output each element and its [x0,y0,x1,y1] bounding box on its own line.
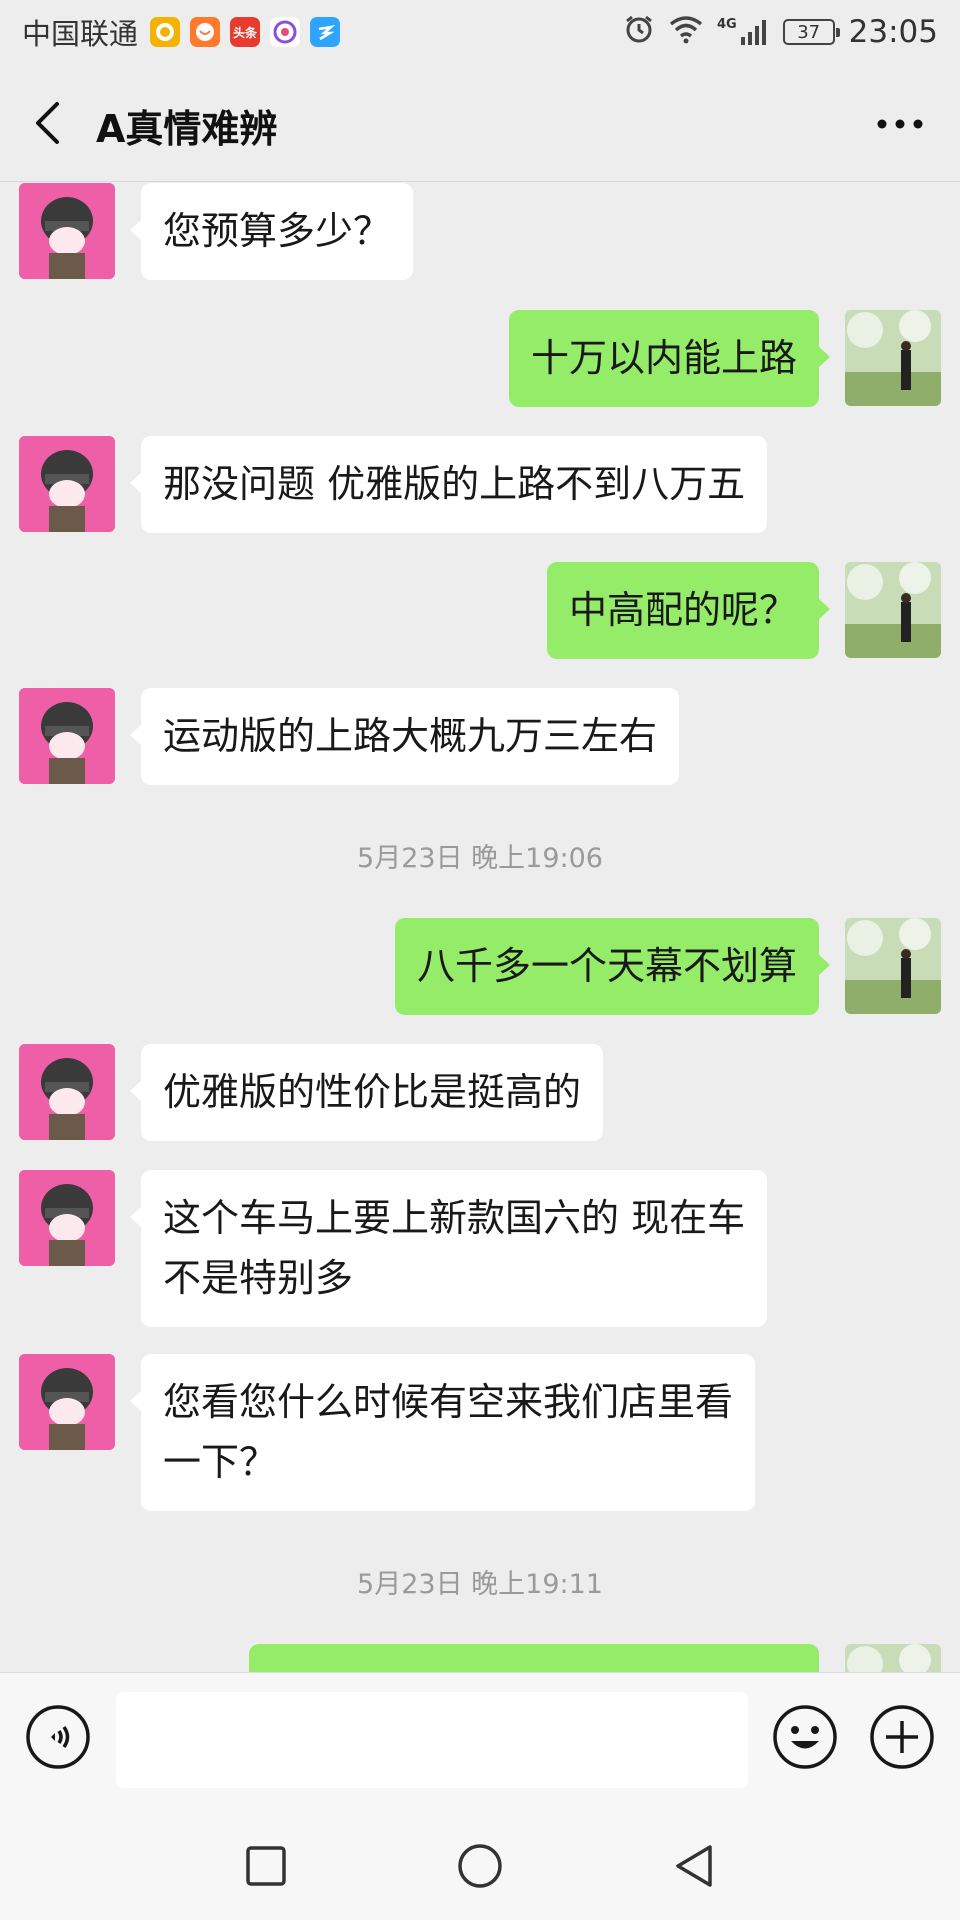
system-back-button[interactable] [662,1834,726,1898]
battery-level: 37 [797,21,821,43]
status-right: 4G 37 23:05 [623,13,938,52]
message-line: 您看您什么时候有空来我们店里看 [163,1380,734,1424]
toutiao-icon: 头条 [230,17,261,47]
message-line: 一下？ [163,1440,278,1484]
carrier-name: 中国联通 [22,17,139,51]
my-avatar[interactable] [845,1644,941,1672]
back-arrow-icon [36,102,59,144]
message-line: 不是特别多 [163,1256,354,1300]
more-options-button[interactable] [874,104,926,144]
contact-avatar[interactable] [19,436,115,532]
triangle-icon [676,1845,712,1887]
title-bar: A真情难辨 [0,64,960,182]
my-avatar[interactable] [845,310,941,406]
notification-app-icon [310,17,341,47]
message-sent[interactable]: 中高配的呢？ [546,562,831,659]
more-functions-button[interactable] [869,1704,935,1770]
plus-icon [870,1705,934,1769]
system-nav-bar [0,1812,960,1920]
contact-avatar[interactable] [19,1170,115,1266]
contact-avatar[interactable] [19,183,115,279]
alarm-icon [623,13,655,52]
message-received[interactable]: 优雅版的性价比是挺高的 [129,1044,604,1141]
message-timestamp: 5月23日 晚上19:06 [357,843,603,874]
notification-app-icon [150,17,181,47]
contact-avatar[interactable] [19,688,115,784]
message-timestamp: 5月23日 晚上19:11 [357,1569,603,1600]
message-sent[interactable] [249,1644,819,1672]
message-received[interactable]: 这个车马上要上新款国六的 现在车 不是特别多 [129,1170,768,1327]
wifi-icon [669,14,703,51]
recent-apps-button[interactable] [234,1834,298,1898]
input-bar [0,1672,960,1812]
status-left: 中国联通 头条 [22,11,346,53]
my-avatar[interactable] [845,918,941,1014]
network-type: 4G [716,17,737,32]
message-received[interactable]: 您预算多少？ [129,183,414,280]
more-dots-icon [877,119,923,129]
notification-app-icon [270,17,301,47]
emoji-button[interactable] [772,1704,838,1770]
home-button[interactable] [448,1834,512,1898]
message-received[interactable]: 那没问题 优雅版的上路不到八万五 [129,436,768,533]
notification-app-icon [190,17,221,47]
contact-avatar[interactable] [19,1354,115,1450]
message-received[interactable]: 您看您什么时候有空来我们店里看 一下？ [129,1354,756,1511]
message-sent[interactable]: 十万以内能上路 [508,310,831,407]
voice-input-button[interactable] [25,1704,91,1770]
battery-icon: 37 [782,19,840,45]
message-line: 这个车马上要上新款国六的 现在车 [163,1196,746,1240]
message-received[interactable]: 运动版的上路大概九万三左右 [129,688,680,785]
back-button[interactable] [24,96,70,150]
chat-messages[interactable]: 您预算多少？ 十万以内能上路 那没问题 优雅版的上路不到八万五 中高配的呢？ 运… [0,182,960,1672]
clock: 23:05 [848,14,938,50]
my-avatar[interactable] [845,562,941,658]
square-icon [246,1846,286,1886]
status-bar: 中国联通 头条 4G 37 23:05 [0,0,960,64]
message-input[interactable] [116,1692,748,1788]
message-sent[interactable]: 八千多一个天幕不划算 [394,918,831,1015]
contact-avatar[interactable] [19,1044,115,1140]
emoji-icon [773,1705,837,1769]
circle-icon [458,1844,502,1888]
signal-icon: 4G [717,17,769,47]
chat-title: A真情难辨 [96,107,278,151]
voice-icon [26,1705,90,1769]
